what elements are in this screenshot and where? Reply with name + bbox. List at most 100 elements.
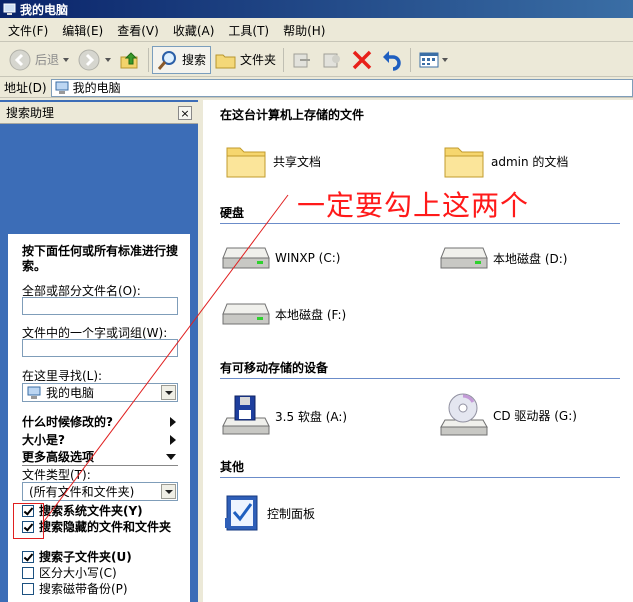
toolbar-separator xyxy=(283,47,285,72)
toolbar-separator xyxy=(148,47,150,72)
chevron-down-icon[interactable] xyxy=(161,385,176,400)
menu-view[interactable]: 查看(V) xyxy=(109,22,165,39)
group-stored-files: 在这台计算机上存储的文件 xyxy=(220,108,365,122)
folder-icon xyxy=(444,147,484,178)
option-label: 搜索隐藏的文件和文件夹 xyxy=(39,520,172,534)
item-floppy[interactable]: 3.5 软盘 (A:) xyxy=(221,394,347,438)
item-admin-docs[interactable]: admin 的文档 xyxy=(443,142,568,180)
item-cd-drive[interactable]: CD 驱动器 (G:) xyxy=(439,392,577,438)
folders-button[interactable]: 文件夹 xyxy=(211,46,280,74)
file-view: 在这台计算机上存储的文件 共享文档 admin 的文档 硬盘 WINXP (C:… xyxy=(203,100,633,602)
search-button[interactable]: 搜索 xyxy=(152,45,212,74)
copy-to-icon xyxy=(323,53,341,67)
item-control-panel[interactable]: 控制面板 xyxy=(223,492,315,534)
search-pane-title: 搜索助理 xyxy=(6,106,55,120)
computer-icon xyxy=(55,81,69,94)
advanced-options-expander[interactable]: 更多高级选项 xyxy=(22,448,178,466)
hard-drive-icon xyxy=(222,247,270,269)
option-label: 搜索子文件夹(U) xyxy=(39,550,132,564)
option-label: 搜索系统文件夹(Y) xyxy=(39,504,143,518)
search-panel: 按下面任何或所有标准进行搜索。 全部或部分文件名(O): 文件中的一个字或词组(… xyxy=(8,234,190,602)
forward-button[interactable] xyxy=(73,46,115,74)
size-expander[interactable]: 大小是? xyxy=(22,431,178,448)
folder-icon xyxy=(226,147,266,178)
menu-edit[interactable]: 编辑(E) xyxy=(54,22,109,39)
item-label: 本地磁盘 (F:) xyxy=(275,307,347,322)
checkbox[interactable] xyxy=(22,551,34,563)
address-bar: 地址(D) 我的电脑 xyxy=(0,78,633,98)
menu-file[interactable]: 文件(F) xyxy=(0,22,54,39)
forward-arrow-icon xyxy=(78,49,100,70)
close-icon[interactable]: × xyxy=(178,106,192,120)
item-drive-f[interactable]: 本地磁盘 (F:) xyxy=(221,298,346,330)
option-label: 区分大小写(C) xyxy=(39,566,117,580)
chevron-right-icon xyxy=(170,434,176,445)
chevron-right-icon xyxy=(170,416,176,427)
address-input[interactable]: 我的电脑 xyxy=(50,78,633,97)
delete-button[interactable] xyxy=(347,46,377,74)
menu-bar: 文件(F) 编辑(E) 查看(V) 收藏(A) 工具(T) 帮助(H) xyxy=(0,20,633,42)
item-label: admin 的文档 xyxy=(491,154,569,169)
item-label: CD 驱动器 (G:) xyxy=(493,408,577,423)
address-value: 我的电脑 xyxy=(72,81,121,95)
back-button[interactable]: 后退 xyxy=(4,46,73,74)
item-shared-docs[interactable]: 共享文档 xyxy=(225,142,321,180)
option-hidden-files[interactable]: 搜索隐藏的文件和文件夹 xyxy=(22,521,182,534)
filetype-value: (所有文件和文件夹) xyxy=(29,485,135,499)
lookin-label: 在这里寻找(L): xyxy=(22,369,103,383)
item-label: 本地磁盘 (D:) xyxy=(493,251,568,266)
back-arrow-icon xyxy=(9,49,31,70)
hard-drive-icon xyxy=(222,303,270,325)
title-bar: 我的电脑 xyxy=(0,0,633,18)
undo-button[interactable] xyxy=(377,46,407,74)
up-folder-icon xyxy=(120,51,138,68)
when-modified-label: 什么时候修改的? xyxy=(22,415,113,429)
move-to-button[interactable] xyxy=(287,46,317,74)
menu-tools[interactable]: 工具(T) xyxy=(220,22,275,39)
back-label: 后退 xyxy=(35,53,60,67)
move-to-icon xyxy=(293,53,311,67)
option-subfolders[interactable]: 搜索子文件夹(U) xyxy=(22,551,182,564)
undo-icon xyxy=(383,50,401,71)
filetype-select[interactable]: (所有文件和文件夹) xyxy=(22,482,178,501)
computer-icon xyxy=(3,3,16,15)
folders-label: 文件夹 xyxy=(240,53,277,67)
chevron-down-icon[interactable] xyxy=(105,57,112,62)
views-button[interactable] xyxy=(414,46,452,74)
item-label: WINXP (C:) xyxy=(275,251,341,265)
annotation-text: 一定要勾上这两个 xyxy=(297,189,530,222)
search-icon xyxy=(157,50,177,70)
chevron-down-icon[interactable] xyxy=(442,57,449,62)
option-tape-backup[interactable]: 搜索磁带备份(P) xyxy=(22,583,182,596)
size-label: 大小是? xyxy=(22,433,65,447)
checkbox[interactable] xyxy=(22,567,34,579)
cd-drive-icon xyxy=(440,393,488,436)
chevron-down-icon[interactable] xyxy=(63,57,70,62)
up-folder-button[interactable] xyxy=(115,46,145,74)
option-system-folders[interactable]: 搜索系统文件夹(Y) xyxy=(22,505,182,518)
option-label: 搜索磁带备份(P) xyxy=(39,582,128,596)
item-drive-c[interactable]: WINXP (C:) xyxy=(221,242,340,274)
hard-drive-icon xyxy=(440,247,488,269)
chevron-down-icon[interactable] xyxy=(161,484,176,499)
filename-input[interactable] xyxy=(22,297,178,315)
menu-favorites[interactable]: 收藏(A) xyxy=(165,22,221,39)
computer-icon xyxy=(27,386,41,399)
checkbox[interactable] xyxy=(22,583,34,595)
address-label: 地址(D) xyxy=(4,81,47,95)
copy-to-button[interactable] xyxy=(317,46,347,74)
menu-help[interactable]: 帮助(H) xyxy=(275,22,331,39)
toolbar-separator xyxy=(410,47,412,72)
lookin-value: 我的电脑 xyxy=(46,386,95,400)
item-label: 控制面板 xyxy=(267,506,316,521)
word-input[interactable] xyxy=(22,339,178,357)
lookin-select[interactable]: 我的电脑 xyxy=(22,383,178,402)
item-label: 3.5 软盘 (A:) xyxy=(275,409,348,424)
option-case-sensitive[interactable]: 区分大小写(C) xyxy=(22,567,182,580)
item-drive-d[interactable]: 本地磁盘 (D:) xyxy=(439,242,567,274)
chevron-down-icon xyxy=(166,453,176,460)
when-modified-expander[interactable]: 什么时候修改的? xyxy=(22,413,178,430)
window-title: 我的电脑 xyxy=(20,2,69,17)
annotation-highlight-box xyxy=(13,503,44,539)
advanced-options-label: 更多高级选项 xyxy=(22,450,95,464)
